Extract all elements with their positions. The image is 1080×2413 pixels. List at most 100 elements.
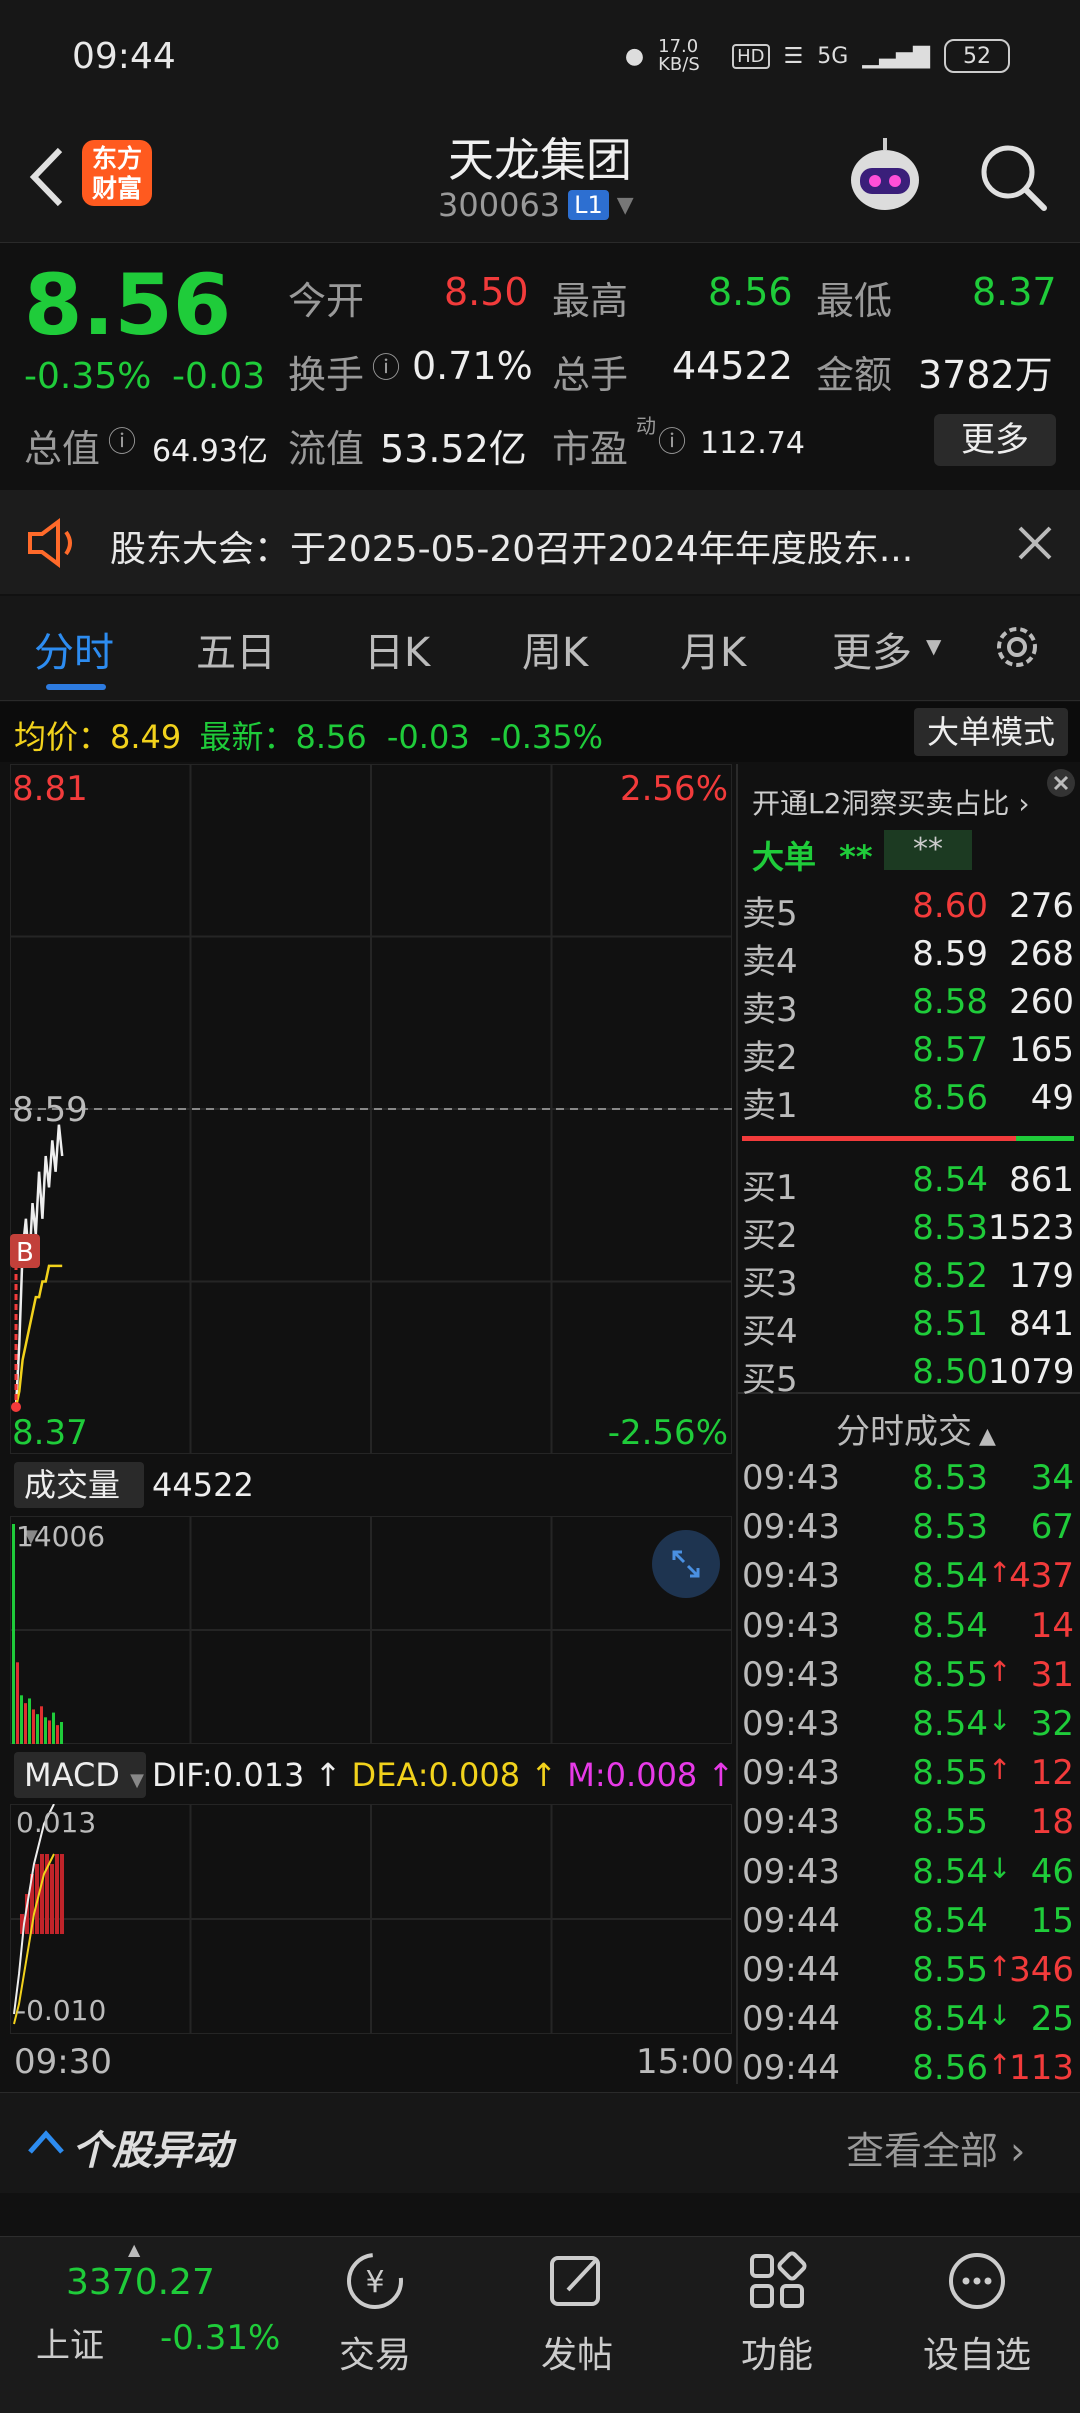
more-dots-icon[interactable] [944,2248,1010,2314]
chevron-up-icon[interactable] [26,2126,66,2156]
big-order-mode-button[interactable]: 大单模式 [914,708,1068,756]
tick-row[interactable]: 09:43 8.53 34 [742,1458,1074,1507]
nav-function[interactable]: 功能 [697,2326,857,2378]
close-icon[interactable] [1046,768,1076,798]
bid-price: 8.53 [912,1208,988,1248]
l2-upgrade-link[interactable]: 开通L2洞察买卖占比 › [752,782,1030,822]
ask-row[interactable]: 卖5 8.60 276 [742,886,1074,934]
tab-daily-k[interactable]: 日K [364,620,430,678]
tick-row[interactable]: 09:43 8.54 14 [742,1606,1074,1655]
volume-chart: 14006 [10,1516,732,1744]
change-absolute: -0.03 [172,356,266,397]
buy-marker-dot [11,1401,21,1412]
bid-label: 买4 [742,1312,798,1352]
more-button[interactable]: 更多 [934,414,1056,466]
robot-assistant-icon[interactable] [840,132,930,222]
tick-row[interactable]: 09:43 8.54 ↓ 32 [742,1704,1074,1753]
chevron-right-icon: › [1009,787,1030,820]
up-arrow-icon: ↑ [304,1756,352,1794]
nav-add-watchlist[interactable]: 设自选 [897,2326,1057,2378]
tab-weekly-k[interactable]: 周K [522,620,588,678]
tick-row[interactable]: 09:43 8.55 ↑ 12 [742,1753,1074,1802]
tab-monthly-k[interactable]: 月K [680,620,746,678]
wifi-icon: ☰ [783,43,804,69]
info-circle-icon[interactable]: ⓘ [658,420,686,460]
nav-post[interactable]: 发帖 [497,2326,657,2378]
ask-label: 卖4 [742,942,798,982]
float-value: 53.52亿 [380,427,527,471]
ask-label: 卖2 [742,1038,798,1078]
tick-row[interactable]: 09:44 8.55 ↑ 346 [742,1950,1074,1999]
tick-time: 09:44 [742,2048,840,2089]
close-icon[interactable] [1014,522,1056,564]
pe-value: 112.74 [700,426,805,461]
bid-row[interactable]: 买4 8.51 841 [742,1304,1074,1352]
index-value[interactable]: 3370.27 [66,2262,215,2303]
post-icon[interactable] [544,2248,610,2314]
movement-title: 个股异动 [72,2128,232,2174]
tick-row[interactable]: 09:44 8.56 ↑ 113 [742,2048,1074,2097]
bid-price: 8.51 [912,1304,988,1344]
macd-indicator-select[interactable]: MACD ▼ [14,1752,146,1798]
price-chart[interactable]: B 8.81 2.56% 8.59 8.37 -2.56% [10,764,732,1454]
gear-icon[interactable] [990,620,1044,674]
info-circle-icon[interactable]: ⓘ [372,346,400,386]
tick-row[interactable]: 09:43 8.55 18 [742,1802,1074,1851]
bid-price: 8.52 [912,1256,988,1296]
tick-volume: 25 [1030,1999,1074,2040]
stock-code-row[interactable]: 300063 L1 ▼ [438,186,634,224]
trade-icon[interactable]: ¥ [342,2248,408,2314]
float-label: 流值 [288,427,365,471]
tick-time: 09:43 [742,1507,840,1548]
drop-icon: ● [624,43,645,69]
tick-row[interactable]: 09:43 8.55 ↑ 31 [742,1655,1074,1704]
change-percent: -0.35% [24,356,152,397]
tick-price: 8.54 [912,1999,988,2040]
ask-row[interactable]: 卖4 8.59 268 [742,934,1074,982]
ask-row[interactable]: 卖3 8.58 260 [742,982,1074,1030]
tick-row[interactable]: 09:44 8.54 15 [742,1901,1074,1950]
function-icon[interactable] [744,2248,810,2314]
ticks-title[interactable]: 分时成交 ▲ [836,1404,996,1453]
tick-time: 09:43 [742,1605,840,1646]
tick-row[interactable]: 09:44 8.54 ↓ 25 [742,1999,1074,2048]
tick-price: 8.54 [912,1556,988,1597]
stock-name: 天龙集团 [448,133,632,187]
mktcap-label: 总值 [24,427,101,471]
open-label: 今开 [288,279,365,323]
volume-indicator-select[interactable]: 成交量 ▼ [14,1462,144,1547]
volume-bar [52,1712,55,1744]
ask-volume: 276 [1009,886,1074,926]
high-value: 8.56 [708,270,793,314]
ask-volume: 165 [1009,1030,1074,1070]
tick-price: 8.55 [912,1753,988,1794]
bid-row[interactable]: 买1 8.54 861 [742,1160,1074,1208]
tab-five-day[interactable]: 五日 [196,620,276,678]
back-arrow-icon[interactable] [20,142,80,212]
tick-direction-icon [988,1802,1008,1851]
search-icon[interactable] [976,140,1050,214]
caret-up-icon: ▲ [972,1424,996,1449]
tab-intraday[interactable]: 分时 [34,620,114,678]
bid-row[interactable]: 买2 8.53 1523 [742,1208,1075,1256]
bid-row[interactable]: 买3 8.52 179 [742,1256,1074,1304]
tab-more[interactable]: 更多 [832,620,912,678]
nav-trade[interactable]: 交易 [295,2326,455,2378]
volume-bar [56,1725,59,1744]
ask-price: 8.59 [912,934,988,974]
info-circle-icon[interactable]: ⓘ [108,420,136,460]
ask-row[interactable]: 卖2 8.57 165 [742,1030,1074,1078]
tick-row[interactable]: 09:43 8.54 ↓ 46 [742,1852,1074,1901]
bid-row[interactable]: 买5 8.50 1079 [742,1352,1075,1400]
average-line [14,1264,63,1408]
ask-row[interactable]: 卖1 8.56 49 [742,1078,1074,1126]
volume-value: 44522 [672,344,793,388]
tick-row[interactable]: 09:43 8.53 67 [742,1507,1074,1556]
y-bottom-pct-label: -2.56% [608,1413,728,1453]
tick-direction-icon [988,1458,1008,1507]
tick-time: 09:43 [742,1458,840,1498]
expand-icon[interactable] [652,1530,720,1598]
view-all-link[interactable]: 查看全部 › [846,2120,1025,2175]
tick-row[interactable]: 09:43 8.54 ↑ 437 [742,1556,1074,1605]
low-label: 最低 [816,279,893,323]
